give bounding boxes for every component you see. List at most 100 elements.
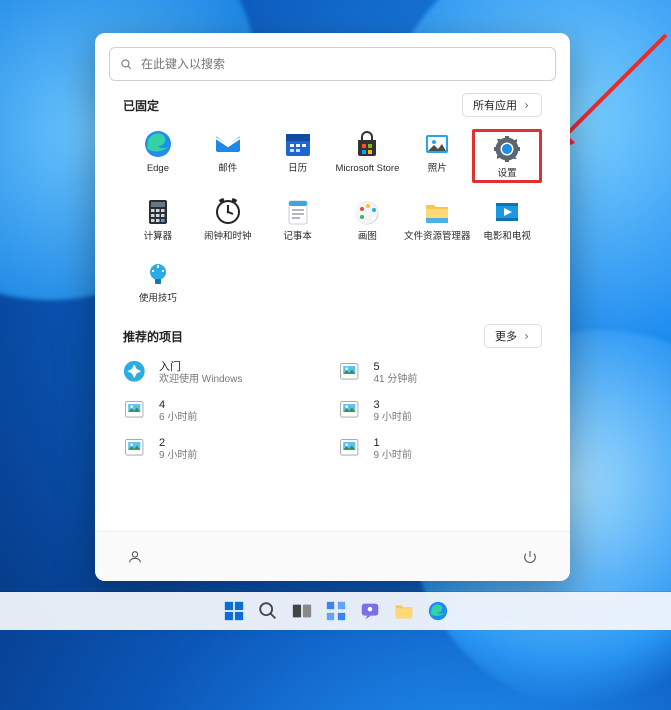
app-label: Edge (147, 164, 169, 174)
search-input[interactable] (141, 57, 545, 71)
recommended-item[interactable]: 541 分钟前 (338, 360, 543, 386)
pinned-grid: Edge 邮件 日历 Microsoft Store 照片设置计算器 闹钟和时钟 记事本 画图… (123, 129, 542, 306)
windows-icon (223, 600, 245, 622)
pinned-app-clock[interactable]: 闹钟和时钟 (193, 197, 263, 244)
photos-icon (422, 129, 452, 159)
search-icon (120, 58, 133, 71)
image-icon (123, 436, 149, 462)
chat-icon (359, 600, 381, 622)
recommended-text: 39 小时前 (374, 399, 412, 423)
app-label: 邮件 (218, 164, 237, 174)
folder-icon (393, 600, 415, 622)
recommended-title-text: 入门 (159, 361, 242, 374)
pinned-app-settings[interactable]: 设置 (472, 129, 542, 183)
taskbar-chat[interactable] (358, 599, 382, 623)
edge-icon (427, 600, 449, 622)
chevron-right-icon (522, 101, 531, 110)
widgets-icon (325, 600, 347, 622)
recommended-sub-text: 41 分钟前 (374, 374, 418, 386)
more-label: 更多 (495, 328, 517, 344)
start-footer (95, 531, 570, 581)
recommended-text: 541 分钟前 (374, 361, 418, 385)
explorer-icon (422, 197, 452, 227)
recommended-sub-text: 6 小时前 (159, 412, 197, 424)
app-label: 日历 (288, 164, 307, 174)
settings-icon (492, 134, 522, 164)
image-icon (338, 436, 364, 462)
recommended-text: 入门欢迎使用 Windows (159, 361, 242, 385)
clock-icon (213, 197, 243, 227)
app-label: 闹钟和时钟 (204, 232, 252, 242)
image-icon (123, 398, 149, 424)
pinned-app-edge[interactable]: Edge (123, 129, 193, 183)
pinned-app-photos[interactable]: 照片 (402, 129, 472, 183)
pinned-app-tips[interactable]: 使用技巧 (123, 259, 193, 306)
power-icon (522, 549, 538, 565)
app-label: 画图 (358, 232, 377, 242)
tips-icon (143, 259, 173, 289)
pinned-app-store[interactable]: Microsoft Store (333, 129, 403, 183)
all-apps-button[interactable]: 所有应用 (462, 93, 542, 117)
notepad-icon (283, 197, 313, 227)
pinned-app-calculator[interactable]: 计算器 (123, 197, 193, 244)
pinned-app-mail[interactable]: 邮件 (193, 129, 263, 183)
image-icon (338, 398, 364, 424)
recommended-sub-text: 9 小时前 (374, 450, 412, 462)
recommended-item[interactable]: 29 小时前 (123, 436, 328, 462)
app-label: 设置 (498, 169, 517, 179)
recommended-sub-text: 欢迎使用 Windows (159, 374, 242, 386)
image-icon (338, 360, 364, 386)
calendar-icon (283, 129, 313, 159)
recommended-title-text: 4 (159, 399, 197, 412)
mail-icon (213, 129, 243, 159)
pinned-section: 已固定 所有应用 Edge 邮件 日历 Microsoft Store 照片设置计算器 闹… (95, 85, 570, 306)
taskbar-taskview[interactable] (290, 599, 314, 623)
power-button[interactable] (516, 543, 544, 571)
recommended-title-text: 2 (159, 437, 197, 450)
app-label: 记事本 (283, 232, 312, 242)
recommended-item[interactable]: 39 小时前 (338, 398, 543, 424)
pinned-app-paint[interactable]: 画图 (333, 197, 403, 244)
recommended-grid: 入门欢迎使用 Windows541 分钟前46 小时前39 小时前29 小时前1… (123, 360, 542, 462)
recommended-title-text: 5 (374, 361, 418, 374)
recommended-text: 46 小时前 (159, 399, 197, 423)
taskbar-start[interactable] (222, 599, 246, 623)
pinned-app-movies[interactable]: 电影和电视 (472, 197, 542, 244)
calculator-icon (143, 197, 173, 227)
app-label: Microsoft Store (335, 164, 399, 174)
user-button[interactable] (121, 543, 149, 571)
start-menu: 已固定 所有应用 Edge 邮件 日历 Microsoft Store 照片设置计算器 闹… (95, 33, 570, 581)
app-label: 文件资源管理器 (404, 232, 471, 242)
paint-icon (352, 197, 382, 227)
taskbar-explorer[interactable] (392, 599, 416, 623)
recommended-sub-text: 9 小时前 (159, 450, 197, 462)
taskbar-search[interactable] (256, 599, 280, 623)
all-apps-label: 所有应用 (473, 97, 517, 113)
getstarted-icon (123, 360, 149, 386)
recommended-title-text: 3 (374, 399, 412, 412)
pinned-app-notepad[interactable]: 记事本 (263, 197, 333, 244)
user-icon (127, 549, 143, 565)
recommended-item[interactable]: 入门欢迎使用 Windows (123, 360, 328, 386)
recommended-sub-text: 9 小时前 (374, 412, 412, 424)
taskview-icon (291, 600, 313, 622)
recommended-text: 29 小时前 (159, 437, 197, 461)
store-icon (352, 129, 382, 159)
pinned-title: 已固定 (123, 97, 159, 114)
more-button[interactable]: 更多 (484, 324, 542, 348)
recommended-text: 19 小时前 (374, 437, 412, 461)
app-label: 照片 (428, 164, 447, 174)
search-box[interactable] (109, 47, 556, 81)
app-label: 使用技巧 (139, 294, 177, 304)
pinned-app-explorer[interactable]: 文件资源管理器 (402, 197, 472, 244)
recommended-title: 推荐的项目 (123, 328, 183, 345)
search-icon (257, 600, 279, 622)
recommended-item[interactable]: 46 小时前 (123, 398, 328, 424)
taskbar-edge[interactable] (426, 599, 450, 623)
recommended-title-text: 1 (374, 437, 412, 450)
pinned-app-calendar[interactable]: 日历 (263, 129, 333, 183)
recommended-section: 推荐的项目 更多 入门欢迎使用 Windows541 分钟前46 小时前39 小… (95, 316, 570, 462)
taskbar-widgets[interactable] (324, 599, 348, 623)
recommended-item[interactable]: 19 小时前 (338, 436, 543, 462)
app-label: 计算器 (144, 232, 173, 242)
